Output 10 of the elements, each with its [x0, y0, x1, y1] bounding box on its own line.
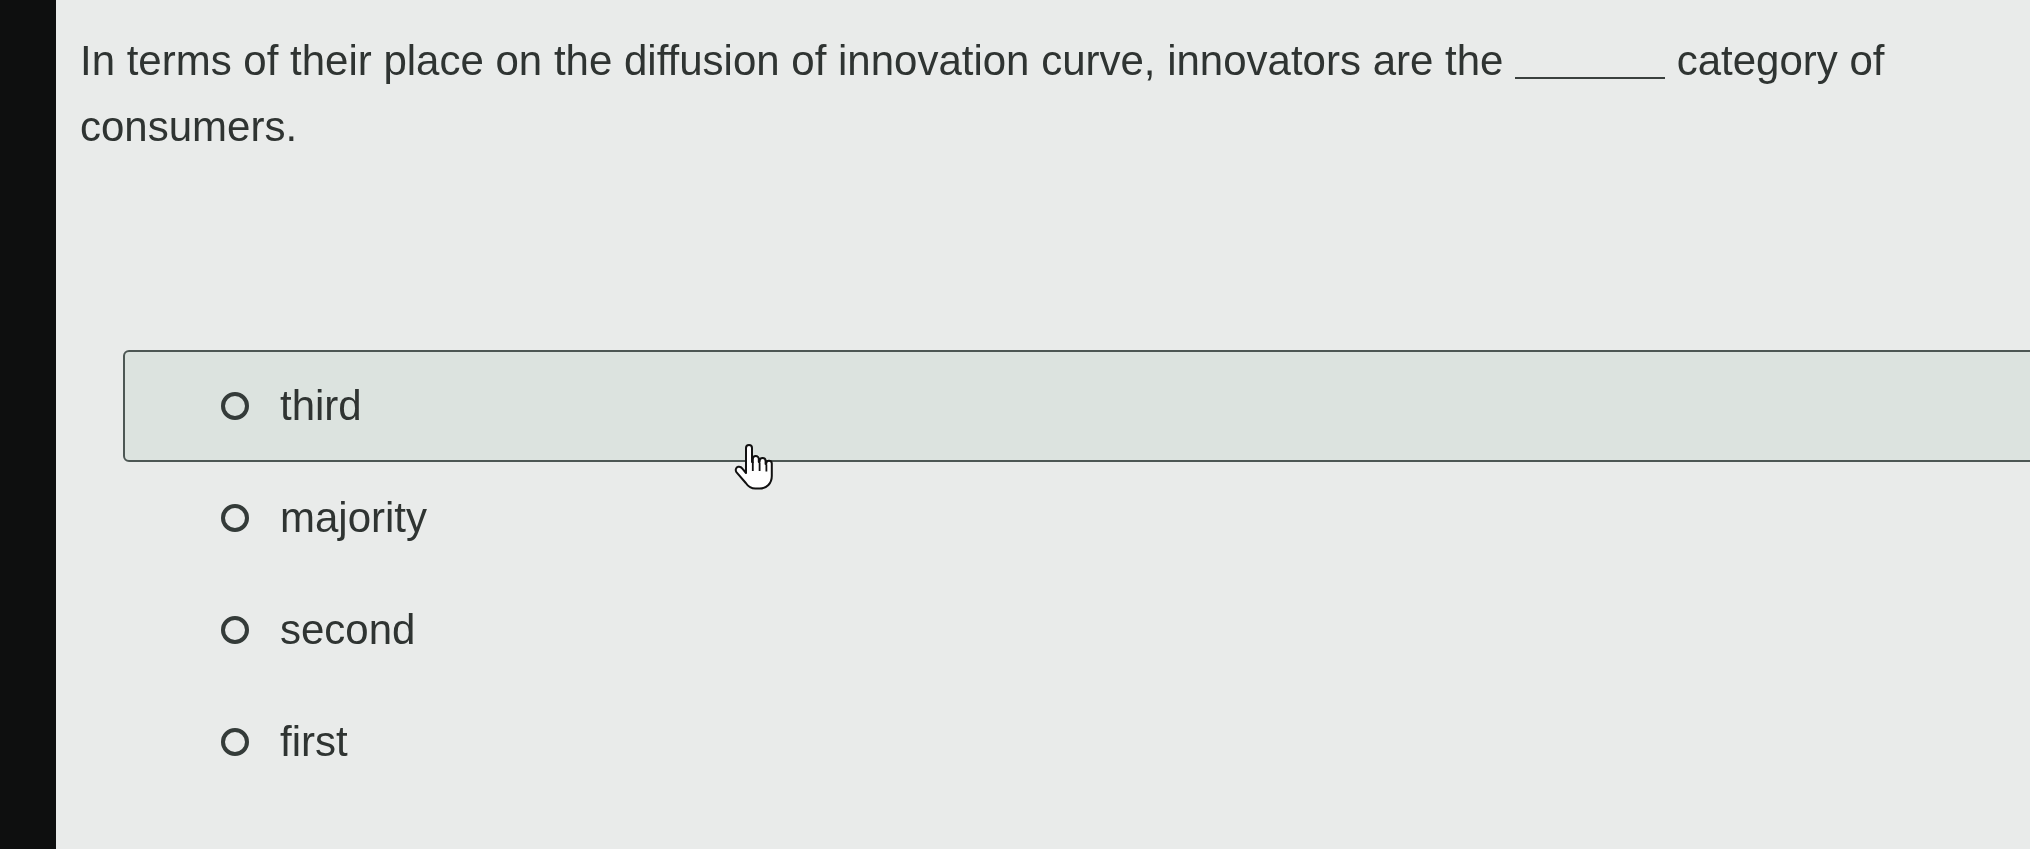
- answer-option[interactable]: first: [123, 686, 2030, 798]
- answer-option[interactable]: majority: [123, 462, 2030, 574]
- answer-option[interactable]: second: [123, 574, 2030, 686]
- radio-icon[interactable]: [220, 503, 250, 533]
- hand-cursor-icon: [733, 444, 773, 492]
- radio-icon[interactable]: [220, 615, 250, 645]
- answer-option[interactable]: third: [123, 350, 2030, 462]
- radio-icon[interactable]: [220, 391, 250, 421]
- radio-icon[interactable]: [220, 727, 250, 757]
- question-text: In terms of their place on the diffusion of innovation curve, innovators are the category of consumers.: [80, 36, 1886, 152]
